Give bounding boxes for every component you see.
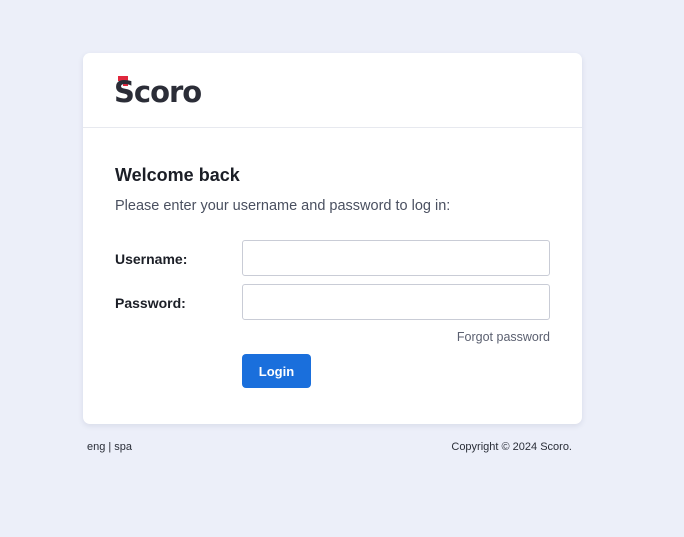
username-label: Username: bbox=[115, 251, 188, 267]
language-switcher: eng | spa bbox=[87, 441, 132, 453]
language-link-spa[interactable]: spa bbox=[114, 441, 132, 453]
page-title: Welcome back bbox=[115, 165, 240, 185]
scoro-logo: Scoro bbox=[114, 75, 204, 105]
password-input[interactable] bbox=[242, 284, 550, 320]
login-button[interactable]: Login bbox=[242, 354, 311, 388]
login-card: Scoro Welcome back Please enter your use… bbox=[83, 53, 582, 424]
forgot-password-link[interactable]: Forgot password bbox=[457, 330, 550, 344]
logo-text: Scoro bbox=[114, 75, 201, 105]
password-label: Password: bbox=[115, 295, 186, 311]
card-header: Scoro bbox=[83, 53, 582, 128]
copyright-text: Copyright © 2024 Scoro. bbox=[451, 441, 572, 453]
language-link-eng[interactable]: eng bbox=[87, 441, 105, 453]
language-separator: | bbox=[108, 441, 112, 453]
login-instructions: Please enter your username and password … bbox=[115, 198, 451, 214]
username-input[interactable] bbox=[242, 240, 550, 276]
